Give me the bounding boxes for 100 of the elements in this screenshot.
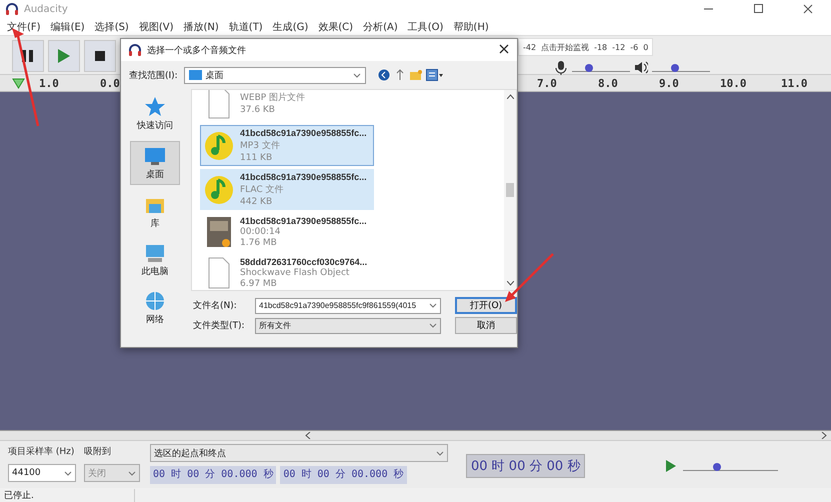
open-button[interactable]: 打开(O)	[455, 297, 517, 314]
caret-icon	[429, 303, 437, 308]
place-item[interactable]: 此电脑	[131, 239, 179, 281]
caret-icon	[128, 470, 136, 476]
computer-icon	[144, 242, 166, 263]
caret-icon	[436, 450, 444, 456]
meter-label: 点击开始监视	[541, 42, 590, 52]
file-type: 00:00:14	[240, 227, 282, 237]
status-text: 已停止.	[4, 488, 135, 502]
file-item[interactable]: WEBP 图片文件 37.6 KB	[200, 90, 374, 122]
file-name: 41bcd58c91a7390e958855fc...	[240, 172, 367, 182]
meter-label: -6	[630, 42, 638, 52]
horizontal-scrollbar[interactable]	[0, 430, 831, 440]
file-item[interactable]: 41bcd58c91a7390e958855fc... FLAC 文件 442 KB	[200, 169, 374, 210]
meter-label: 0	[643, 42, 648, 52]
ruler-label: 11.0	[781, 76, 808, 90]
file-size: 6.97 MB	[240, 279, 278, 289]
file-size: 37.6 KB	[240, 105, 276, 115]
meter-label: -42	[523, 42, 536, 52]
meter-label: -12	[612, 42, 626, 52]
folder-icon	[188, 70, 202, 80]
ruler-label: 8.0	[598, 76, 619, 90]
network-icon	[144, 290, 166, 311]
file-name: 41bcd58c91a7390e958855fc...	[240, 216, 367, 226]
menu-item[interactable]: 编辑(E)	[46, 20, 90, 34]
sample-rate-label: 项目采样率 (Hz)	[8, 446, 76, 459]
annotation-arrow	[505, 253, 554, 302]
file-item[interactable]: 58ddd72631760ccf030c9764... Shockwave Flash Object 6.97 MB	[200, 254, 374, 290]
pause-icon	[20, 48, 36, 64]
file-name-field[interactable]: 41bcd58c91a7390e958855fc9f861559(4015	[255, 298, 441, 314]
scroll-left-icon[interactable]	[305, 432, 311, 439]
play-at-speed-icon[interactable]	[665, 459, 678, 473]
selection-mode-dropdown[interactable]: 选区的起点和终点	[150, 444, 448, 462]
file-item[interactable]: 41bcd58c91a7390e958855fc... 00:00:14 1.76 MB	[200, 213, 374, 251]
file-type: FLAC 文件	[240, 184, 285, 196]
meter-scale[interactable]: -42 点击开始监视 -18 -12 -6 0	[518, 38, 654, 56]
snap-label: 吸附到	[84, 446, 112, 459]
playback-volume-slider[interactable]	[652, 62, 710, 72]
place-item[interactable]: 桌面	[130, 141, 180, 185]
cancel-button[interactable]: 取消	[455, 317, 517, 334]
caret-icon	[429, 323, 437, 328]
back-icon[interactable]	[378, 69, 390, 81]
slider-thumb[interactable]	[712, 463, 721, 471]
place-item[interactable]: 库	[131, 191, 179, 233]
menu-item[interactable]: 帮助(H)	[448, 20, 494, 34]
scroll-down-icon[interactable]	[506, 281, 514, 286]
audacity-icon	[127, 42, 143, 58]
audacity-icon	[4, 1, 20, 17]
play-icon	[56, 48, 72, 64]
time-field[interactable]: 00 时 00 分 00.000 秒	[280, 466, 407, 484]
video-thumbnail-icon	[204, 216, 234, 248]
close-icon	[803, 4, 813, 14]
view-menu-icon[interactable]	[426, 69, 443, 81]
scroll-right-icon[interactable]	[821, 432, 827, 439]
file-type: MP3 文件	[240, 140, 281, 152]
file-size: 442 KB	[240, 197, 274, 207]
stop-icon	[92, 48, 108, 64]
file-size: 111 KB	[240, 153, 274, 163]
play-head-icon[interactable]	[12, 78, 25, 88]
menu-item[interactable]: 工具(O)	[402, 20, 448, 34]
file-name: 41bcd58c91a7390e958855fc...	[240, 128, 367, 138]
vertical-scrollbar[interactable]	[504, 90, 516, 290]
file-type-dropdown[interactable]: 所有文件	[255, 318, 441, 334]
file-size: 1.76 MB	[240, 238, 278, 248]
file-name: 58ddd72631760ccf030c9764...	[240, 257, 368, 267]
caret-icon	[64, 470, 72, 476]
slider-thumb[interactable]	[585, 64, 594, 72]
menu-item[interactable]: 轨道(T)	[224, 20, 268, 34]
menu-item[interactable]: 分析(A)	[358, 20, 403, 34]
play-speed-slider[interactable]	[683, 461, 778, 471]
ruler-label: 0.0	[100, 76, 121, 90]
place-item[interactable]: 快速访问	[131, 93, 179, 135]
caret-icon	[352, 72, 361, 78]
maximize-icon	[753, 4, 763, 14]
menu-item[interactable]: 播放(N)	[178, 20, 224, 34]
window-title: Audacity	[24, 4, 68, 14]
close-icon	[499, 44, 509, 54]
ruler-label: 10.0	[720, 76, 748, 90]
recording-volume-slider[interactable]	[572, 62, 630, 72]
desktop-icon	[144, 145, 166, 166]
scrollbar-thumb[interactable]	[506, 183, 514, 197]
music-file-icon	[204, 130, 234, 162]
scroll-up-icon[interactable]	[506, 94, 514, 99]
look-in-dropdown[interactable]: 桌面	[184, 66, 366, 84]
place-item[interactable]: 网络	[131, 287, 179, 329]
menu-item[interactable]: 生成(G)	[268, 20, 314, 34]
pause-button[interactable]	[12, 40, 44, 72]
microphone-icon	[554, 60, 568, 74]
menu-item[interactable]: 视图(V)	[134, 20, 178, 34]
slider-thumb[interactable]	[671, 64, 680, 72]
file-type-label: 文件类型(T):	[193, 320, 246, 332]
menu-item[interactable]: 选择(S)	[90, 20, 134, 34]
menu-item[interactable]: 效果(C)	[313, 20, 358, 34]
speaker-icon	[634, 60, 648, 74]
stop-button[interactable]	[84, 40, 116, 72]
sample-rate-dropdown[interactable]: 44100	[8, 464, 76, 482]
music-file-icon	[204, 174, 234, 206]
file-item[interactable]: 41bcd58c91a7390e958855fc... MP3 文件 111 KB	[200, 125, 374, 166]
ruler-label: 7.0	[537, 76, 558, 90]
time-field[interactable]: 00 时 00 分 00.000 秒	[150, 466, 276, 484]
